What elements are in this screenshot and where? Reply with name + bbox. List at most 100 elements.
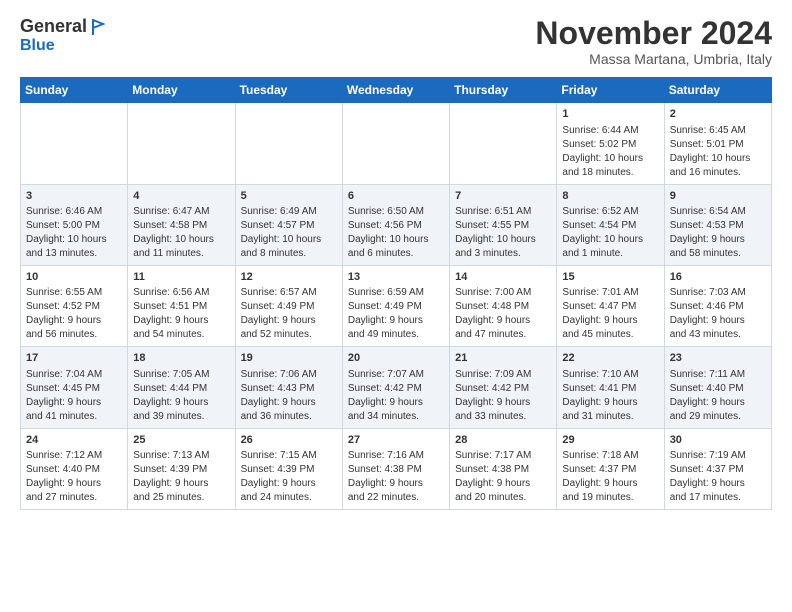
day-number: 19 — [241, 351, 337, 366]
calendar-page: General Blue November 2024 Massa Martana… — [0, 0, 792, 612]
day-info-line: and 25 minutes. — [133, 491, 229, 505]
day-info-line: and 36 minutes. — [241, 410, 337, 424]
calendar-row: 24Sunrise: 7:12 AMSunset: 4:40 PM Dayligh… — [21, 428, 772, 509]
weekday-header-tuesday: Tuesday — [235, 78, 342, 103]
day-info-line: and 34 minutes. — [348, 410, 444, 424]
day-info-line: Daylight: 9 hours — [241, 314, 337, 328]
day-info-line: Daylight: 9 hours — [133, 477, 229, 491]
day-info-line: Sunrise: 7:16 AM — [348, 449, 444, 463]
day-info-line: Daylight: 9 hours — [455, 477, 551, 491]
calendar-cell — [21, 103, 128, 184]
day-info-line: Sunrise: 6:51 AM — [455, 205, 551, 219]
weekday-header-row: SundayMondayTuesdayWednesdayThursdayFrid… — [21, 78, 772, 103]
calendar-cell: 25Sunrise: 7:13 AMSunset: 4:39 PMDayligh… — [128, 428, 235, 509]
day-number: 14 — [455, 270, 551, 285]
day-number: 27 — [348, 433, 444, 448]
day-info-line: Daylight: 9 hours — [348, 314, 444, 328]
day-info-line: Sunrise: 6:50 AM — [348, 205, 444, 219]
calendar-cell: 19Sunrise: 7:06 AMSunset: 4:43 PMDayligh… — [235, 347, 342, 428]
calendar-cell: 15Sunrise: 7:01 AMSunset: 4:47 PMDayligh… — [557, 265, 664, 346]
day-info-line: Sunrise: 6:47 AM — [133, 205, 229, 219]
day-info-line: Sunrise: 6:44 AM — [562, 124, 658, 138]
day-info-line: and 54 minutes. — [133, 328, 229, 342]
day-number: 2 — [670, 107, 766, 122]
weekday-header-thursday: Thursday — [450, 78, 557, 103]
day-info-line: and 24 minutes. — [241, 491, 337, 505]
day-info-line: Daylight: 9 hours — [455, 314, 551, 328]
day-info-line: Daylight: 9 hours — [562, 396, 658, 410]
day-info-line: Sunrise: 7:17 AM — [455, 449, 551, 463]
day-info-line: Sunrise: 6:55 AM — [26, 286, 122, 300]
day-number: 12 — [241, 270, 337, 285]
day-info-line: Daylight: 10 hours — [133, 233, 229, 247]
day-info-line: Daylight: 9 hours — [348, 477, 444, 491]
day-info-line: Sunrise: 7:07 AM — [348, 368, 444, 382]
month-title: November 2024 — [535, 16, 772, 51]
day-info-line: Sunset: 4:56 PM — [348, 219, 444, 233]
day-info-line: Sunset: 4:53 PM — [670, 219, 766, 233]
day-info-line: Sunrise: 6:59 AM — [348, 286, 444, 300]
location-text: Massa Martana, Umbria, Italy — [535, 51, 772, 67]
day-info-line: and 47 minutes. — [455, 328, 551, 342]
day-number: 29 — [562, 433, 658, 448]
day-info-line: Daylight: 10 hours — [348, 233, 444, 247]
day-info-line: Sunset: 4:49 PM — [348, 300, 444, 314]
weekday-header-sunday: Sunday — [21, 78, 128, 103]
title-block: November 2024 Massa Martana, Umbria, Ita… — [535, 16, 772, 67]
calendar-cell: 5Sunrise: 6:49 AMSunset: 4:57 PMDaylight… — [235, 184, 342, 265]
day-info-line: Sunset: 4:38 PM — [455, 463, 551, 477]
day-info-line: Sunrise: 7:09 AM — [455, 368, 551, 382]
calendar-cell: 14Sunrise: 7:00 AMSunset: 4:48 PMDayligh… — [450, 265, 557, 346]
day-number: 3 — [26, 189, 122, 204]
day-info-line: Sunset: 4:48 PM — [455, 300, 551, 314]
day-info-line: and 41 minutes. — [26, 410, 122, 424]
day-info-line: Daylight: 9 hours — [562, 314, 658, 328]
day-number: 16 — [670, 270, 766, 285]
day-info-line: Sunset: 5:02 PM — [562, 138, 658, 152]
weekday-header-friday: Friday — [557, 78, 664, 103]
calendar-cell: 4Sunrise: 6:47 AMSunset: 4:58 PMDaylight… — [128, 184, 235, 265]
day-info-line: and 31 minutes. — [562, 410, 658, 424]
day-info-line: Sunset: 4:40 PM — [26, 463, 122, 477]
day-number: 23 — [670, 351, 766, 366]
day-info-line: Daylight: 9 hours — [348, 396, 444, 410]
day-info-line: Sunset: 4:37 PM — [670, 463, 766, 477]
day-number: 18 — [133, 351, 229, 366]
calendar-row: 10Sunrise: 6:55 AMSunset: 4:52 PMDayligh… — [21, 265, 772, 346]
day-info-line: Sunset: 4:42 PM — [455, 382, 551, 396]
day-info-line: Daylight: 9 hours — [133, 396, 229, 410]
day-info-line: Sunset: 4:57 PM — [241, 219, 337, 233]
calendar-row: 1Sunrise: 6:44 AMSunset: 5:02 PMDaylight… — [21, 103, 772, 184]
weekday-header-wednesday: Wednesday — [342, 78, 449, 103]
day-info-line: Sunset: 4:55 PM — [455, 219, 551, 233]
day-info-line: Sunrise: 7:13 AM — [133, 449, 229, 463]
day-number: 13 — [348, 270, 444, 285]
calendar-cell: 11Sunrise: 6:56 AMSunset: 4:51 PMDayligh… — [128, 265, 235, 346]
calendar-cell: 13Sunrise: 6:59 AMSunset: 4:49 PMDayligh… — [342, 265, 449, 346]
day-info-line: Sunset: 5:00 PM — [26, 219, 122, 233]
day-info-line: Sunrise: 7:19 AM — [670, 449, 766, 463]
day-number: 26 — [241, 433, 337, 448]
day-info-line: and 45 minutes. — [562, 328, 658, 342]
day-info-line: and 13 minutes. — [26, 247, 122, 261]
day-info-line: Sunset: 4:41 PM — [562, 382, 658, 396]
day-number: 28 — [455, 433, 551, 448]
calendar-cell: 24Sunrise: 7:12 AMSunset: 4:40 PMDayligh… — [21, 428, 128, 509]
day-info-line: Daylight: 10 hours — [562, 233, 658, 247]
day-info-line: Sunrise: 7:12 AM — [26, 449, 122, 463]
day-info-line: and 18 minutes. — [562, 166, 658, 180]
day-info-line: Daylight: 10 hours — [455, 233, 551, 247]
calendar-cell: 1Sunrise: 6:44 AMSunset: 5:02 PMDaylight… — [557, 103, 664, 184]
day-info-line: Sunset: 4:58 PM — [133, 219, 229, 233]
weekday-header-monday: Monday — [128, 78, 235, 103]
day-number: 24 — [26, 433, 122, 448]
day-info-line: Daylight: 10 hours — [26, 233, 122, 247]
calendar-cell: 3Sunrise: 6:46 AMSunset: 5:00 PMDaylight… — [21, 184, 128, 265]
day-number: 7 — [455, 189, 551, 204]
calendar-cell — [128, 103, 235, 184]
calendar-cell: 12Sunrise: 6:57 AMSunset: 4:49 PMDayligh… — [235, 265, 342, 346]
day-info-line: Sunset: 4:51 PM — [133, 300, 229, 314]
day-info-line: Daylight: 9 hours — [562, 477, 658, 491]
calendar-cell: 6Sunrise: 6:50 AMSunset: 4:56 PMDaylight… — [342, 184, 449, 265]
day-info-line: and 19 minutes. — [562, 491, 658, 505]
